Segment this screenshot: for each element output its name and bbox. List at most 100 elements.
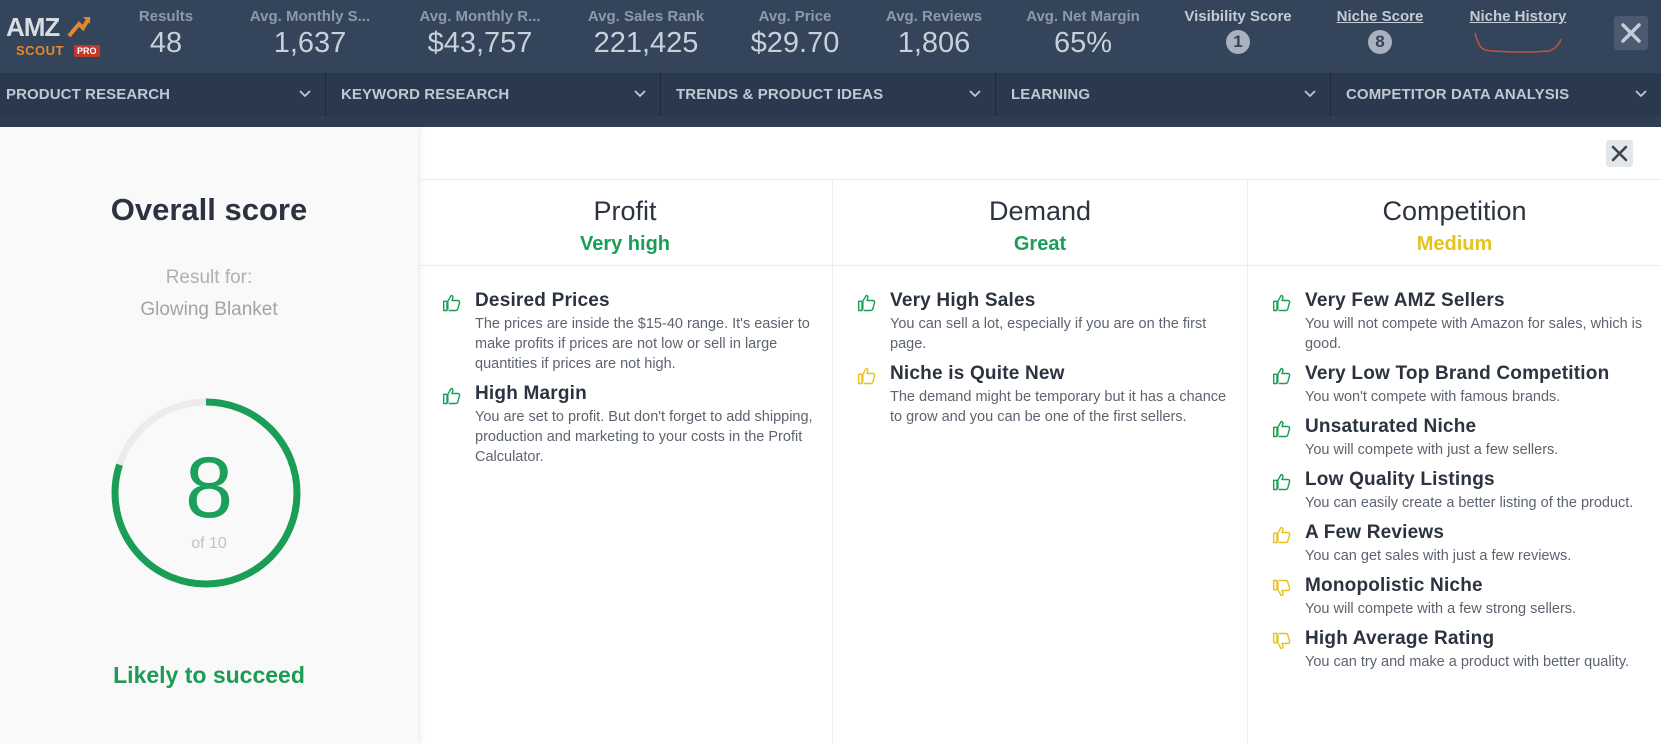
chevron-down-icon: [634, 90, 646, 98]
stat-avg-monthly-sales: Avg. Monthly S... 1,637: [240, 8, 380, 60]
thumbs-up-icon: [1272, 294, 1291, 312]
visibility-score-badge: 1: [1226, 30, 1250, 54]
logo-arrow-icon: [67, 16, 91, 38]
list-item: Niche is Quite New The demand might be t…: [833, 363, 1247, 427]
item-description: You will compete with a few strong selle…: [1305, 601, 1577, 617]
score-verdict: Likely to succeed: [113, 662, 305, 688]
stat-label: Avg. Monthly S...: [249, 8, 371, 25]
list-item: Very Few AMZ Sellers You will not compet…: [1248, 290, 1661, 354]
column-title: Competition: [1382, 196, 1527, 226]
nav-label: KEYWORD RESEARCH: [341, 86, 510, 103]
stat-value: $43,757: [427, 27, 533, 59]
nav-keyword-research[interactable]: KEYWORD RESEARCH: [326, 73, 661, 116]
close-modal-button[interactable]: [1606, 140, 1633, 167]
nav-trends-product-ideas[interactable]: TRENDS & PRODUCT IDEAS: [661, 73, 996, 116]
overall-score-title: Overall score: [110, 192, 308, 227]
item-title: High Margin: [475, 383, 587, 404]
stats-bar: AMZ SCOUT PRO Results 48 Avg. Monthly S.…: [0, 0, 1661, 73]
item-description: You will not compete with Amazon for sal…: [1305, 316, 1643, 352]
chevron-down-icon: [299, 90, 311, 98]
list-item: Low Quality Listings You can easily crea…: [1248, 469, 1661, 513]
thumbs-up-icon: [1272, 420, 1291, 438]
item-title: Niche is Quite New: [890, 363, 1065, 384]
list-item: Very Low Top Brand Competition You won't…: [1248, 363, 1661, 407]
thumbs-up-icon: [1272, 473, 1291, 491]
niche-score-label: Niche Score: [1336, 8, 1424, 25]
stat-label: Avg. Monthly R...: [419, 8, 541, 25]
niche-history-label: Niche History: [1469, 8, 1567, 25]
thumbs-up-icon: [442, 387, 461, 405]
thumbs-up-icon: [1272, 367, 1291, 385]
niche-score-modal: Overall score Result for: Glowing Blanke…: [0, 127, 1661, 744]
close-icon: [1611, 145, 1628, 162]
thumbs-up-icon: [1272, 526, 1291, 544]
stat-avg-reviews: Avg. Reviews 1,806: [874, 8, 994, 60]
niche-history-sparkline-icon: [1474, 32, 1562, 53]
logo-subtext: SCOUT: [16, 43, 64, 58]
list-item: Desired Prices The prices are inside the…: [418, 290, 832, 374]
stat-label: Avg. Net Margin: [1026, 8, 1140, 25]
thumbs-up-icon: [857, 294, 876, 312]
nav-label: LEARNING: [1011, 86, 1091, 103]
pro-badge: PRO: [74, 45, 100, 57]
item-description: The prices are inside the $15-40 range. …: [475, 316, 810, 372]
visibility-score-label: Visibility Score: [1184, 8, 1292, 25]
stat-label: Results: [138, 8, 194, 25]
stat-results: Results 48: [132, 8, 200, 60]
stat-value: 1,637: [273, 27, 347, 59]
column-header: Competition Medium: [1248, 180, 1661, 266]
nav-label: TRENDS & PRODUCT IDEAS: [676, 86, 884, 103]
chevron-down-icon: [1635, 90, 1647, 98]
column-title: Demand: [988, 196, 1092, 226]
thumbs-down-icon: [1272, 579, 1291, 597]
list-item: Very High Sales You can sell a lot, espe…: [833, 290, 1247, 354]
amzscout-logo[interactable]: AMZ SCOUT PRO: [6, 12, 116, 62]
demand-items: Very High Sales You can sell a lot, espe…: [833, 266, 1247, 427]
item-title: Very Low Top Brand Competition: [1305, 363, 1610, 384]
niche-score-badge: 8: [1368, 30, 1392, 54]
stat-avg-sales-rank: Avg. Sales Rank 221,425: [580, 8, 712, 60]
item-title: Low Quality Listings: [1305, 469, 1495, 490]
item-description: You will compete with just a few sellers…: [1305, 442, 1559, 458]
stat-avg-price: Avg. Price $29.70: [740, 8, 850, 60]
stat-value: 48: [149, 27, 183, 59]
item-description: You can try and make a product with bett…: [1305, 654, 1630, 670]
item-description: The demand might be temporary but it has…: [890, 389, 1227, 425]
thumbs-up-icon: [857, 367, 876, 385]
nav-competitor-data-analysis[interactable]: COMPETITOR DATA ANALYSIS: [1331, 73, 1661, 116]
item-title: Very Few AMZ Sellers: [1305, 290, 1505, 311]
niche-score-link[interactable]: Niche Score 8: [1332, 8, 1428, 54]
list-item: High Average Rating You can try and make…: [1248, 628, 1661, 672]
close-toolbar-button[interactable]: [1614, 16, 1648, 50]
stat-avg-monthly-revenue: Avg. Monthly R... $43,757: [410, 8, 550, 60]
thumbs-down-icon: [1272, 632, 1291, 650]
item-title: Very High Sales: [890, 290, 1036, 311]
item-description: You can easily create a better listing o…: [1305, 495, 1634, 511]
column-header: Profit Very high: [418, 180, 832, 266]
nav-learning[interactable]: LEARNING: [996, 73, 1331, 116]
chevron-down-icon: [1304, 90, 1316, 98]
stat-value: 221,425: [593, 27, 699, 59]
item-description: You won't compete with famous brands.: [1305, 389, 1561, 405]
stat-value: $29.70: [750, 27, 840, 59]
item-title: Monopolistic Niche: [1305, 575, 1483, 596]
score-scale: of 10: [191, 535, 227, 552]
main-nav: PRODUCT RESEARCH KEYWORD RESEARCH TRENDS…: [0, 73, 1661, 116]
thumbs-up-icon: [442, 294, 461, 312]
product-name: Glowing Blanket: [140, 299, 278, 320]
competition-column: Competition Medium Very Few AMZ Sellers …: [1248, 180, 1661, 744]
stat-label: Avg. Price: [758, 8, 832, 25]
item-description: You can sell a lot, especially if you ar…: [890, 316, 1207, 352]
item-title: Unsaturated Niche: [1305, 416, 1477, 437]
nav-product-research[interactable]: PRODUCT RESEARCH: [0, 73, 326, 116]
stat-label: Avg. Reviews: [885, 8, 983, 25]
score-value: 8: [185, 440, 233, 536]
result-for-label: Result for:: [165, 267, 253, 288]
list-item: High Margin You are set to profit. But d…: [418, 383, 832, 467]
stat-value: 1,806: [897, 27, 971, 59]
nav-label: COMPETITOR DATA ANALYSIS: [1346, 86, 1570, 103]
competition-items: Very Few AMZ Sellers You will not compet…: [1248, 266, 1661, 672]
column-rating: Great: [1013, 233, 1067, 255]
niche-history-link[interactable]: Niche History: [1466, 8, 1570, 55]
visibility-score[interactable]: Visibility Score 1: [1180, 8, 1296, 54]
